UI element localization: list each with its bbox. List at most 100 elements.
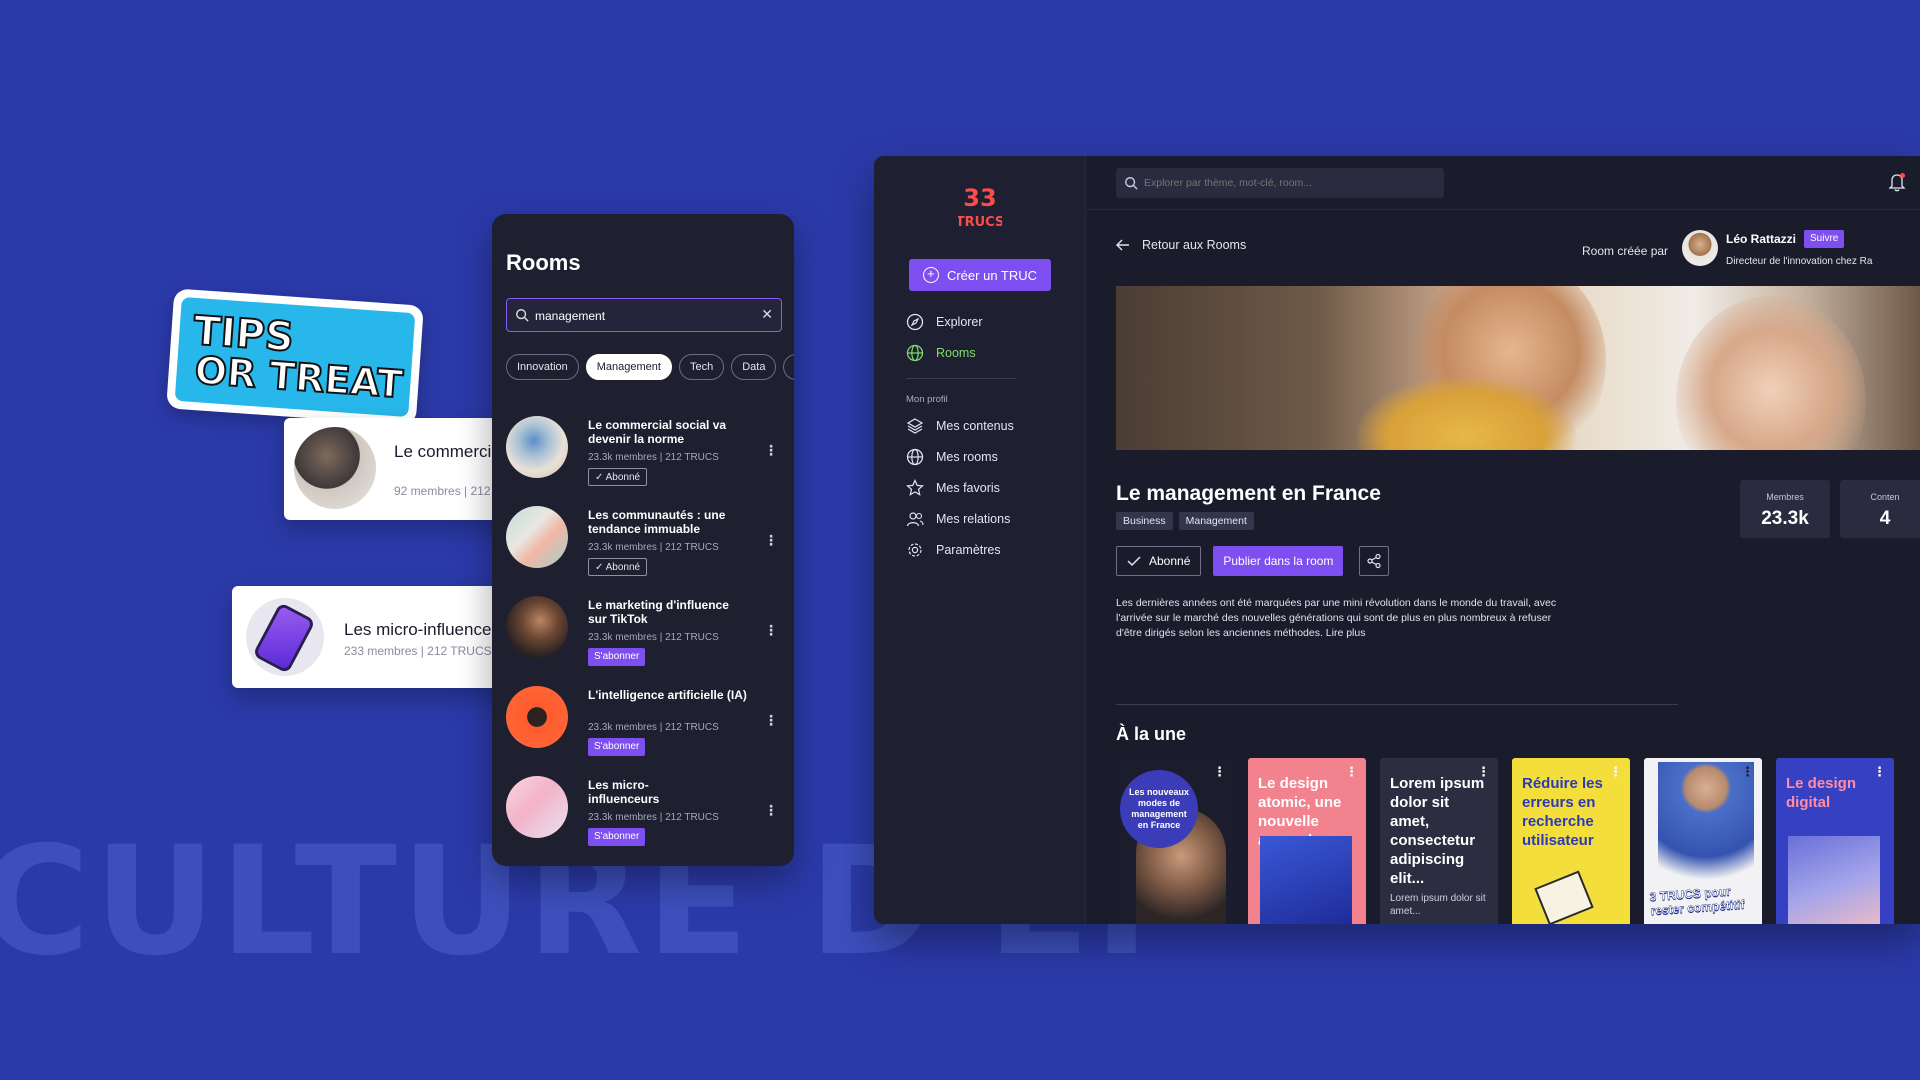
card-image <box>1534 870 1594 924</box>
create-truc-button[interactable]: + Créer un TRUC <box>909 259 1051 291</box>
follow-button[interactable]: Suivre <box>1804 230 1845 248</box>
room-thumbnail <box>506 686 568 748</box>
share-button[interactable] <box>1359 546 1390 576</box>
room-meta: 23.3k membres | 212 TRUCS <box>588 632 719 643</box>
sidebar-item-mes-contenus[interactable]: Mes contenus <box>906 415 1014 437</box>
stat-card: Membres 23.3k <box>1740 480 1830 538</box>
room-tags: Business Management <box>1116 512 1254 530</box>
more-options-icon[interactable]: ⋮ <box>1477 764 1490 780</box>
share-icon <box>1367 553 1382 569</box>
room-name: Le marketing d'influence sur TikTok <box>588 598 729 626</box>
featured-card[interactable]: Le design atomic, une nouvelle approche … <box>1248 758 1366 924</box>
room-list-item[interactable]: Le commercial social va devenir la norme… <box>506 416 790 498</box>
chip-tech[interactable]: Tech <box>678 354 725 380</box>
sidebar-item-rooms[interactable]: Rooms <box>906 342 976 364</box>
back-to-rooms-link[interactable]: Retour aux Rooms <box>1116 238 1246 252</box>
room-avatar <box>294 427 376 509</box>
top-bar <box>1086 156 1920 210</box>
more-options-icon[interactable]: ⋮ <box>764 712 778 729</box>
more-options-icon[interactable]: ⋮ <box>764 622 778 639</box>
creator-label: Room créée par <box>1582 244 1669 258</box>
global-search-input[interactable] <box>1144 173 1434 193</box>
search-icon <box>1125 177 1138 190</box>
phone-icon <box>252 602 316 674</box>
card-image <box>1658 762 1754 892</box>
featured-card[interactable]: Les nouveaux modes de management en Fran… <box>1116 758 1234 924</box>
tag[interactable]: Management <box>1178 512 1254 530</box>
featured-card[interactable]: Le design digital ⋮ <box>1776 758 1894 924</box>
more-options-icon[interactable]: ⋮ <box>1609 764 1622 780</box>
subscribed-button[interactable]: ✓ Abonné <box>588 468 648 486</box>
layers-icon <box>906 418 924 434</box>
more-options-icon[interactable]: ⋮ <box>1741 764 1754 780</box>
sidebar-item-explorer[interactable]: Explorer <box>906 311 983 333</box>
chip-innovation[interactable]: Innovation <box>506 354 579 380</box>
subscribed-button[interactable]: ✓ Abonné <box>588 558 648 576</box>
room-description: Les dernières années ont été marquées pa… <box>1116 597 1557 639</box>
filter-chips: Innovation Management Tech Data <box>506 354 794 380</box>
card-image <box>1788 836 1880 924</box>
chip-data[interactable]: Data <box>731 354 777 380</box>
global-search[interactable] <box>1116 168 1444 198</box>
creator-name[interactable]: Léo Rattazzi <box>1726 232 1796 246</box>
gear-icon <box>908 543 922 557</box>
svg-text:33: 33 <box>963 184 996 212</box>
subscribe-button[interactable]: S'abonner <box>588 648 646 666</box>
sidebar-item-mes-favoris[interactable]: Mes favoris <box>906 477 1000 499</box>
featured-card[interactable]: Réduire les erreurs en recherche utilisa… <box>1512 758 1630 924</box>
creator-avatar[interactable] <box>1682 230 1718 266</box>
room-name: L'intelligence artificielle (IA) <box>588 688 747 702</box>
room-thumbnail <box>506 506 568 568</box>
room-list-item[interactable]: Les communautés : une tendance immuable … <box>506 506 790 588</box>
globe-icon <box>906 448 924 466</box>
subscribe-button[interactable]: S'abonner <box>588 738 646 756</box>
more-options-icon[interactable]: ⋮ <box>764 532 778 549</box>
bell-icon[interactable] <box>1888 172 1906 192</box>
back-label: Retour aux Rooms <box>1142 238 1247 252</box>
chip-management[interactable]: Management <box>585 354 672 380</box>
more-options-icon[interactable]: ⋮ <box>764 442 778 459</box>
featured-card[interactable]: 3 TRUCS pour rester compétitif ⋮ <box>1644 758 1762 924</box>
chip-more[interactable] <box>783 354 794 380</box>
plus-icon: + <box>922 267 939 283</box>
star-icon <box>906 479 924 496</box>
sidebar-item-mes-rooms[interactable]: Mes rooms <box>906 446 998 468</box>
room-meta: 23.3k membres | 212 TRUCS <box>588 542 719 553</box>
room-list-item[interactable]: Les micro-influenceurs 23.3k membres | 2… <box>506 776 790 858</box>
publish-button[interactable]: Publier dans la room <box>1213 546 1344 576</box>
arrow-left-icon <box>1116 239 1129 251</box>
room-list-item[interactable]: Le marketing d'influence sur TikTok 23.3… <box>506 596 790 678</box>
subscribed-label: Abonné <box>1149 554 1191 568</box>
card-subtitle: Lorem ipsum dolor sit amet... <box>1390 893 1486 917</box>
compass-icon <box>906 313 924 331</box>
sidebar-item-mes-relations[interactable]: Mes relations <box>906 508 1010 530</box>
room-name: Les micro-influenceurs <box>588 778 660 806</box>
more-options-icon[interactable]: ⋮ <box>1345 764 1358 780</box>
svg-text:TRUCS: TRUCS <box>958 215 1002 230</box>
tag[interactable]: Business <box>1116 512 1173 530</box>
subscribed-button[interactable]: Abonné <box>1116 546 1202 576</box>
featured-card[interactable]: Lorem ipsum dolor sit amet, consectetur … <box>1380 758 1498 924</box>
close-icon[interactable]: ✕ <box>761 306 773 323</box>
divider <box>906 378 1016 379</box>
sidebar-item-label: Explorer <box>936 315 983 329</box>
room-title: Le management en France <box>1116 482 1381 505</box>
rooms-search-input[interactable] <box>535 306 745 326</box>
sidebar-item-label: Mes contenus <box>936 419 1014 433</box>
room-thumbnail <box>506 416 568 478</box>
section-label: Mon profil <box>906 394 948 405</box>
rooms-search[interactable]: ✕ <box>506 298 782 332</box>
room-stats: Membres 23.3k Conten 4 <box>1740 480 1920 538</box>
more-options-icon[interactable]: ⋮ <box>1873 764 1886 780</box>
subscribe-button[interactable]: S'abonner <box>588 828 646 846</box>
check-icon <box>1127 556 1141 567</box>
sidebar-item-parametres[interactable]: Paramètres <box>906 539 1001 561</box>
more-options-icon[interactable]: ⋮ <box>764 802 778 819</box>
card-title: Réduire les erreurs en recherche utilisa… <box>1522 775 1603 849</box>
more-options-icon[interactable]: ⋮ <box>1213 764 1226 780</box>
room-avatar <box>246 598 324 676</box>
room-name: Le commercial social va devenir la norme <box>588 418 727 446</box>
room-list-item[interactable]: L'intelligence artificielle (IA) 23.3k m… <box>506 686 790 768</box>
floating-room-card[interactable]: Les micro-influenceurs 233 membres | 212… <box>232 586 534 688</box>
room-actions: Abonné Publier dans la room <box>1116 546 1390 576</box>
